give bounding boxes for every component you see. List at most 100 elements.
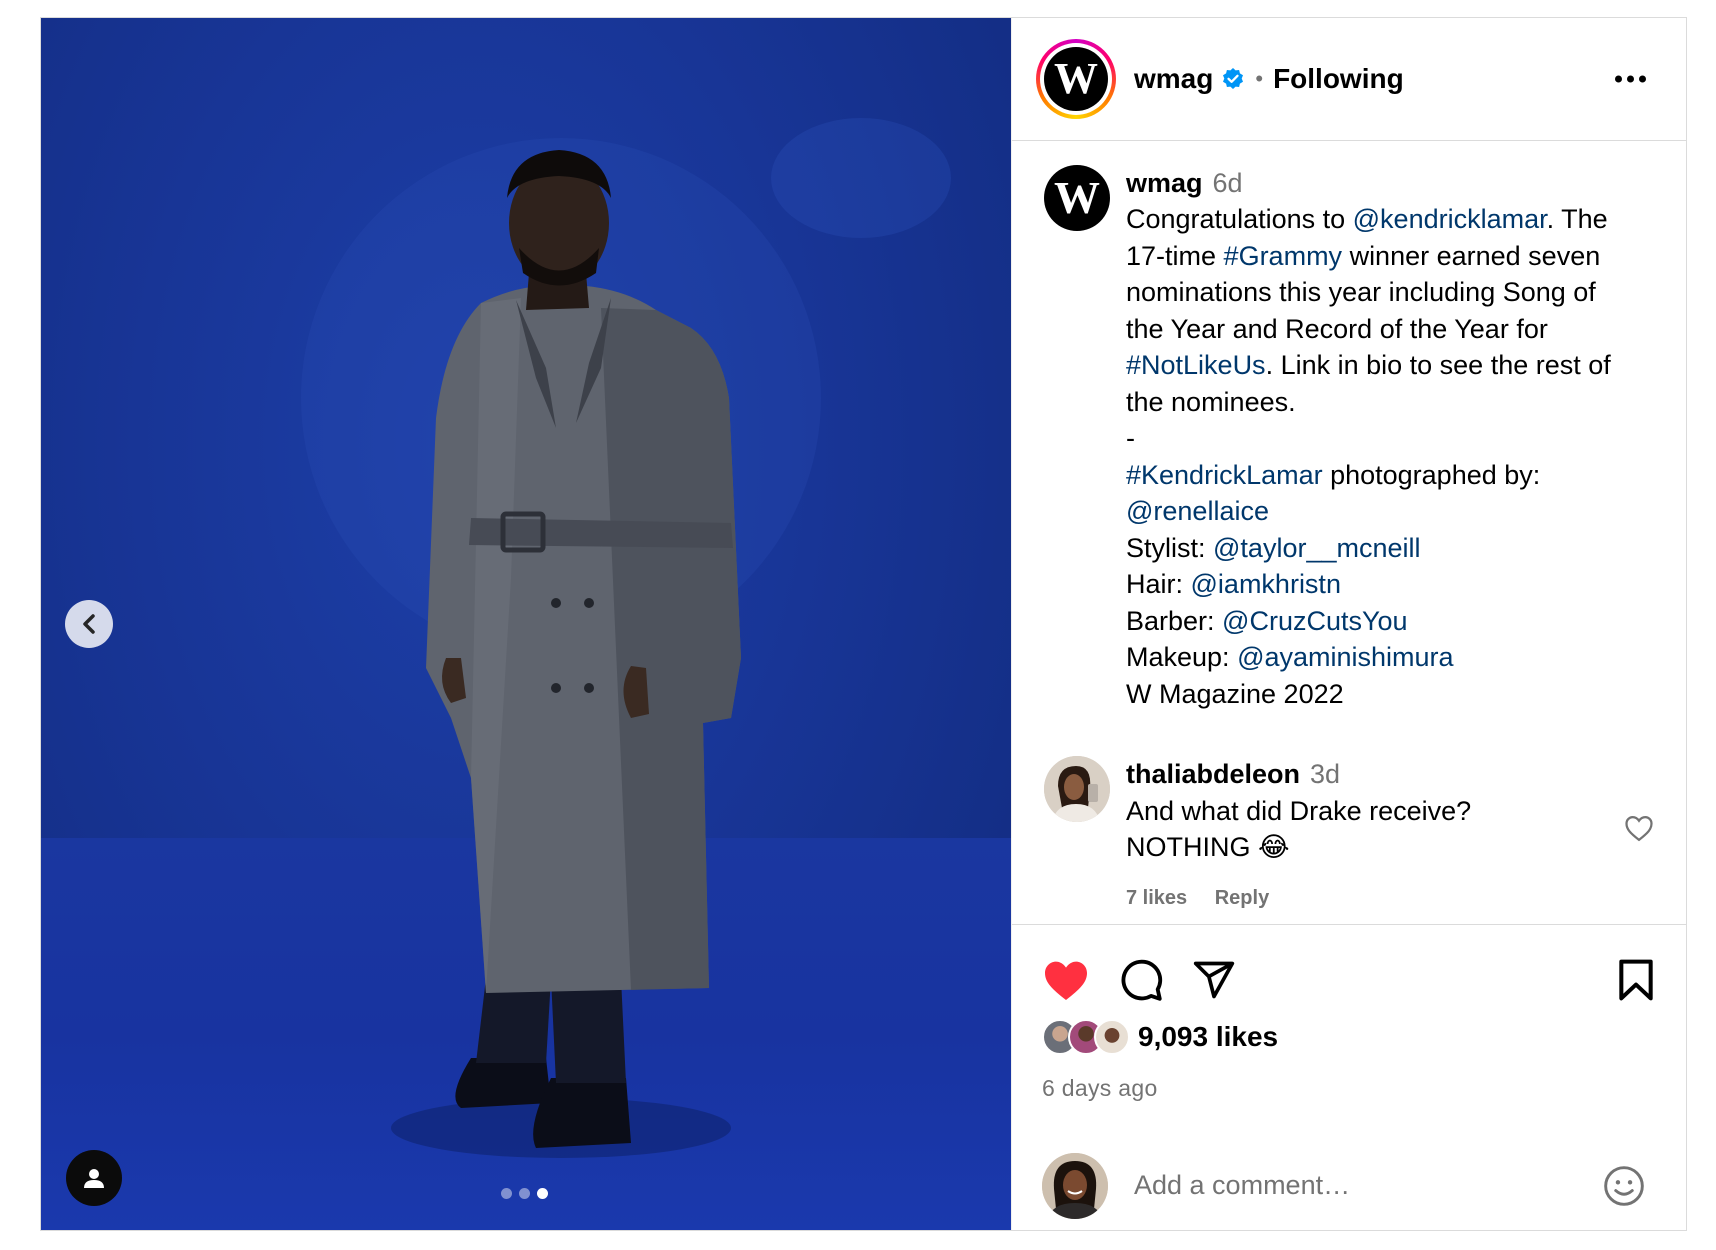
post-card: W wmag • Following W wmag 6d Congratulat… (40, 17, 1687, 1231)
mention-link[interactable]: @taylor__mcneill (1213, 533, 1420, 563)
comments-section[interactable]: W wmag 6d Congratulations to @kendricklam… (1012, 141, 1686, 924)
reply-button[interactable]: Reply (1215, 887, 1269, 909)
hashtag-link[interactable]: #KendrickLamar (1126, 460, 1323, 490)
caption-body: Congratulations to @kendricklamar. The 17… (1126, 201, 1658, 712)
mention-link[interactable]: @ayaminishimura (1237, 642, 1453, 672)
comment-item: thaliabdeleon 3d And what did Drake recei… (1044, 756, 1658, 916)
story-ring[interactable]: W (1036, 38, 1116, 119)
post-date[interactable]: 6 days ago (1042, 1075, 1158, 1102)
current-user-photo (1042, 1152, 1108, 1219)
hashtag-link[interactable]: #NotLikeUs (1126, 350, 1266, 380)
post-sidebar: W wmag • Following W wmag 6d Congratulat… (1011, 18, 1686, 1230)
comment-icon (1121, 959, 1163, 1001)
verified-badge-icon (1223, 67, 1244, 89)
caption-text-segment: the nominees. (1126, 386, 1296, 417)
carousel-dot-active (537, 1188, 548, 1199)
post-media[interactable] (41, 18, 1011, 1230)
share-button[interactable] (1192, 958, 1236, 1002)
caption-line: #KendrickLamar photographed by: (1126, 457, 1658, 494)
caption-line: nominations this year including Song of (1126, 274, 1658, 311)
caption-line: #NotLikeUs. Link in bio to see the rest … (1126, 347, 1658, 384)
likes-count[interactable]: 9,093 likes (1138, 1021, 1278, 1053)
comment-time: 3d (1310, 759, 1341, 790)
following-button[interactable]: Following (1273, 63, 1404, 95)
comment-body: thaliabdeleon 3d And what did Drake recei… (1126, 756, 1471, 916)
bookmark-icon (1619, 959, 1653, 1000)
caption-line: Barber: @CruzCutsYou (1126, 603, 1658, 640)
comment-heart-icon[interactable] (1624, 814, 1654, 842)
header-separator: • (1255, 65, 1264, 91)
caption-line: @renellaice (1126, 493, 1658, 530)
caption: W wmag 6d Congratulations to @kendricklam… (1044, 164, 1658, 713)
comment-username[interactable]: thaliabdeleon (1126, 759, 1300, 789)
emoji-icon (1604, 1165, 1644, 1206)
caption-line: - (1126, 420, 1658, 457)
comment-meta: 7 likes Reply (1126, 880, 1471, 917)
avatar-letter: W (1054, 172, 1100, 224)
caption-meta: wmag 6d (1126, 165, 1658, 202)
caption-username[interactable]: wmag (1126, 168, 1203, 198)
header-username[interactable]: wmag (1134, 63, 1213, 95)
caption-text-segment: . Link in bio to see the rest of (1265, 350, 1611, 381)
caption-avatar[interactable]: W (1044, 164, 1110, 231)
caption-text-segment: 17-time (1126, 240, 1224, 271)
add-comment-bar (1042, 1152, 1646, 1219)
caption-text-segment: . The (1546, 204, 1608, 235)
caption-text-segment: Makeup: (1126, 642, 1238, 673)
user-tag-icon (84, 1169, 104, 1188)
action-bar (1042, 955, 1656, 1005)
caption-text-segment: nominations this year including Song of (1126, 277, 1596, 308)
heart-icon (1045, 961, 1087, 1000)
caption-line: Makeup: @ayaminishimura (1126, 639, 1658, 676)
current-user-avatar (1042, 1152, 1108, 1219)
caption-line: Stylist: @taylor__mcneill (1126, 530, 1658, 567)
caption-text-segment: Barber: (1126, 605, 1223, 636)
caption-line: 17-time #Grammy winner earned seven (1126, 238, 1658, 275)
commenter-photo (1044, 756, 1110, 823)
comment-likes[interactable]: 7 likes (1126, 887, 1187, 909)
avatar-letter: W (1054, 54, 1098, 104)
emoji-button[interactable] (1602, 1164, 1646, 1208)
caption-text-segment: W Magazine 2022 (1126, 678, 1344, 709)
caption-text: wmag 6d Congratulations to @kendricklamar… (1126, 165, 1658, 713)
chevron-left-icon (83, 614, 95, 634)
comment-input[interactable] (1134, 1170, 1602, 1202)
mention-link[interactable]: @kendricklamar (1353, 204, 1547, 234)
caption-text-segment: - (1126, 423, 1135, 454)
like-button[interactable] (1042, 958, 1090, 1002)
avatar: W (1044, 46, 1108, 111)
comment-text-line: NOTHING 😂 (1126, 832, 1290, 863)
commenter-avatar[interactable] (1044, 756, 1110, 823)
caption-text-segment: Congratulations to (1126, 204, 1353, 235)
caption-text-segment: Hair: (1126, 569, 1191, 600)
caption-text-segment: the Year and Record of the Year for (1126, 313, 1548, 344)
hashtag-link[interactable]: #Grammy (1224, 241, 1343, 271)
caption-text-segment: winner earned seven (1342, 240, 1601, 271)
caption-line: W Magazine 2022 (1126, 676, 1658, 713)
caption-text-segment: Stylist: (1126, 532, 1214, 563)
liker-avatar (1094, 1018, 1130, 1055)
mention-link[interactable]: @renellaice (1126, 496, 1269, 526)
more-options-icon[interactable] (1615, 75, 1646, 83)
comment-text-line: And what did Drake receive? (1126, 795, 1472, 826)
caption-line: the nominees. (1126, 384, 1658, 421)
caption-text-segment: photographed by: (1322, 459, 1541, 490)
caption-line: Congratulations to @kendricklamar. The (1126, 201, 1658, 238)
comment-button[interactable] (1118, 957, 1164, 1003)
carousel-dot (519, 1188, 530, 1199)
caption-line: Hair: @iamkhristn (1126, 566, 1658, 603)
carousel-dot (501, 1188, 512, 1199)
mention-link[interactable]: @iamkhristn (1191, 569, 1341, 599)
post-footer: 9,093 likes 6 days ago (1012, 923, 1686, 1230)
caption-line: the Year and Record of the Year for (1126, 311, 1658, 348)
tagged-users-button[interactable] (66, 1150, 122, 1206)
likes-row[interactable]: 9,093 likes (1042, 1018, 1278, 1055)
post-photo (301, 118, 951, 1158)
caption-time: 6d (1212, 167, 1243, 198)
post-header: W wmag • Following (1012, 18, 1686, 141)
share-icon (1193, 961, 1235, 998)
save-button[interactable] (1616, 958, 1656, 1002)
carousel-indicator (501, 1188, 548, 1199)
carousel-prev-button[interactable] (65, 600, 113, 648)
mention-link[interactable]: @CruzCutsYou (1222, 606, 1408, 636)
